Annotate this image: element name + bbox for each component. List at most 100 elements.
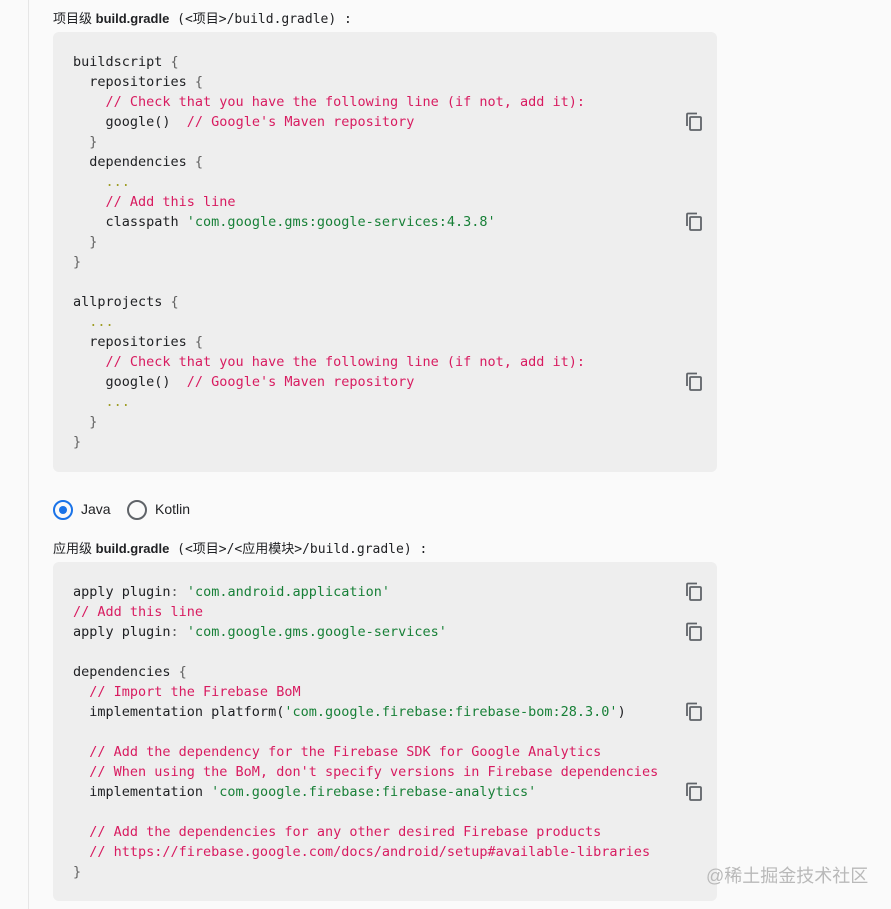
project-code-token: classpath (73, 214, 187, 230)
project-code-block: buildscript { repositories { // Check th… (53, 32, 717, 472)
project-code: buildscript { repositories { // Check th… (73, 52, 585, 452)
project-code-token: { (170, 54, 179, 70)
app-code-line: // Add this line (73, 602, 658, 622)
app-code-line: apply plugin: 'com.android.application' (73, 582, 658, 602)
app-code-line: dependencies { (73, 662, 658, 682)
app-code-token: ) (617, 704, 626, 720)
app-label-prefix: 应用级 (53, 541, 96, 556)
app-level-label: 应用级 build.gradle (<项目>/<应用模块>/build.grad… (53, 538, 427, 557)
project-code-line: } (73, 252, 585, 272)
app-code-line (73, 722, 658, 742)
project-code-line: dependencies { (73, 152, 585, 172)
app-code-token: dependencies (73, 664, 179, 680)
project-code-token: google() (73, 374, 187, 390)
project-code-token: } (73, 234, 98, 250)
project-code-line: google() // Google's Maven repository (73, 372, 585, 392)
app-code-token: 'com.google.firebase:firebase-bom:28.3.0… (284, 704, 618, 720)
app-code-block: apply plugin: 'com.android.application' /… (53, 562, 717, 901)
app-code-line: apply plugin: 'com.google.gms.google-ser… (73, 622, 658, 642)
project-code-token: // Google's Maven repository (186, 374, 415, 390)
project-code-token: repositories (73, 74, 195, 90)
app-label-filename: build.gradle (95, 541, 170, 556)
project-code-line: repositories { (73, 332, 585, 352)
project-code-line: } (73, 412, 585, 432)
app-code-token: { (178, 664, 187, 680)
app-code-line (73, 802, 658, 822)
project-code-token: { (194, 74, 204, 90)
page-left-rule (28, 0, 29, 909)
project-code-token: // Google's Maven repository (186, 114, 415, 130)
project-label-filename: build.gradle (95, 11, 170, 26)
app-code-token: apply plugin (73, 584, 171, 600)
project-code-token: } (73, 134, 98, 150)
project-code-line: classpath 'com.google.gms:google-service… (73, 212, 585, 232)
project-code-line: } (73, 232, 585, 252)
copy-icon[interactable] (685, 702, 703, 722)
app-code-line: } (73, 862, 658, 882)
app-code-token: // When using the BoM, don't specify ver… (73, 764, 659, 780)
project-code-line: ... (73, 392, 585, 412)
app-code-token: 'com.google.gms.google-services' (186, 624, 447, 640)
project-code-line: // Check that you have the following lin… (73, 92, 586, 112)
app-code-line: implementation platform('com.google.fire… (73, 702, 658, 722)
app-code-line: // Add the dependency for the Firebase S… (73, 742, 658, 762)
project-code-token: buildscript (73, 54, 171, 70)
project-code-token: ... (73, 394, 130, 410)
app-code-token: // Add the dependencies for any other de… (73, 824, 602, 840)
app-code-token: : (170, 584, 187, 600)
copy-icon[interactable] (685, 112, 703, 132)
project-code-token: 'com.google.gms:google-services:4.3.8' (186, 214, 496, 230)
project-code-token: // Check that you have the following lin… (73, 354, 586, 370)
project-code-token: ... (73, 174, 130, 190)
project-code-token: } (73, 414, 98, 430)
app-code-line (73, 642, 658, 662)
project-level-label: 项目级 build.gradle (<项目>/build.gradle) : (53, 8, 352, 27)
radio-java-circle[interactable] (53, 500, 73, 520)
project-code-line: google() // Google's Maven repository (73, 112, 585, 132)
radio-kotlin-label: Kotlin (155, 501, 191, 517)
radio-kotlin-circle[interactable] (127, 500, 147, 520)
project-label-path: (<项目>/build.gradle) : (169, 12, 352, 27)
app-code-line: implementation 'com.google.firebase:fire… (73, 782, 658, 802)
copy-icon[interactable] (685, 622, 703, 642)
app-code-token: implementation platform( (73, 704, 285, 720)
project-code-line: repositories { (73, 72, 585, 92)
project-code-line: } (73, 432, 585, 452)
project-code-token: dependencies (73, 154, 195, 170)
app-code-line: // Import the Firebase BoM (73, 682, 658, 702)
app-label-path: (<项目>/<应用模块>/build.gradle) : (169, 542, 428, 557)
project-code-token: { (194, 154, 204, 170)
project-code-token: repositories (73, 334, 195, 350)
project-code-token: } (73, 434, 82, 450)
project-code-token: } (73, 254, 82, 270)
copy-icon[interactable] (685, 372, 703, 392)
project-code-line: ... (73, 172, 585, 192)
project-code-token: ... (73, 314, 114, 330)
app-code-token: } (73, 864, 82, 880)
app-code-line: // Add the dependencies for any other de… (73, 822, 658, 842)
project-code-line (73, 272, 585, 292)
project-code-line: // Add this line (73, 192, 585, 212)
project-code-line: ... (73, 312, 585, 332)
project-code-line: } (73, 132, 585, 152)
watermark: @稀土掘金技术社区 (706, 866, 869, 886)
app-code-token: 'com.google.firebase:firebase-analytics' (211, 784, 537, 800)
app-code-token: // Add the dependency for the Firebase S… (73, 744, 602, 760)
project-code-line: allprojects { (73, 292, 585, 312)
app-code-token: // https://firebase.google.com/docs/andr… (73, 844, 651, 860)
project-code-token: { (170, 294, 179, 310)
project-code-token: { (194, 334, 204, 350)
app-code-line: // https://firebase.google.com/docs/andr… (73, 842, 658, 862)
app-code-token: implementation (73, 784, 212, 800)
project-code-token: // Add this line (73, 194, 236, 210)
copy-icon[interactable] (685, 212, 703, 232)
app-code: apply plugin: 'com.android.application' /… (73, 582, 658, 882)
project-code-token: allprojects (73, 294, 171, 310)
project-code-line: // Check that you have the following lin… (73, 352, 586, 372)
radio-java-label: Java (81, 501, 111, 517)
project-code-token: // Check that you have the following lin… (73, 94, 586, 110)
project-label-prefix: 项目级 (53, 11, 96, 26)
copy-icon[interactable] (685, 582, 703, 602)
app-code-token: apply plugin (73, 624, 171, 640)
copy-icon[interactable] (685, 782, 703, 802)
